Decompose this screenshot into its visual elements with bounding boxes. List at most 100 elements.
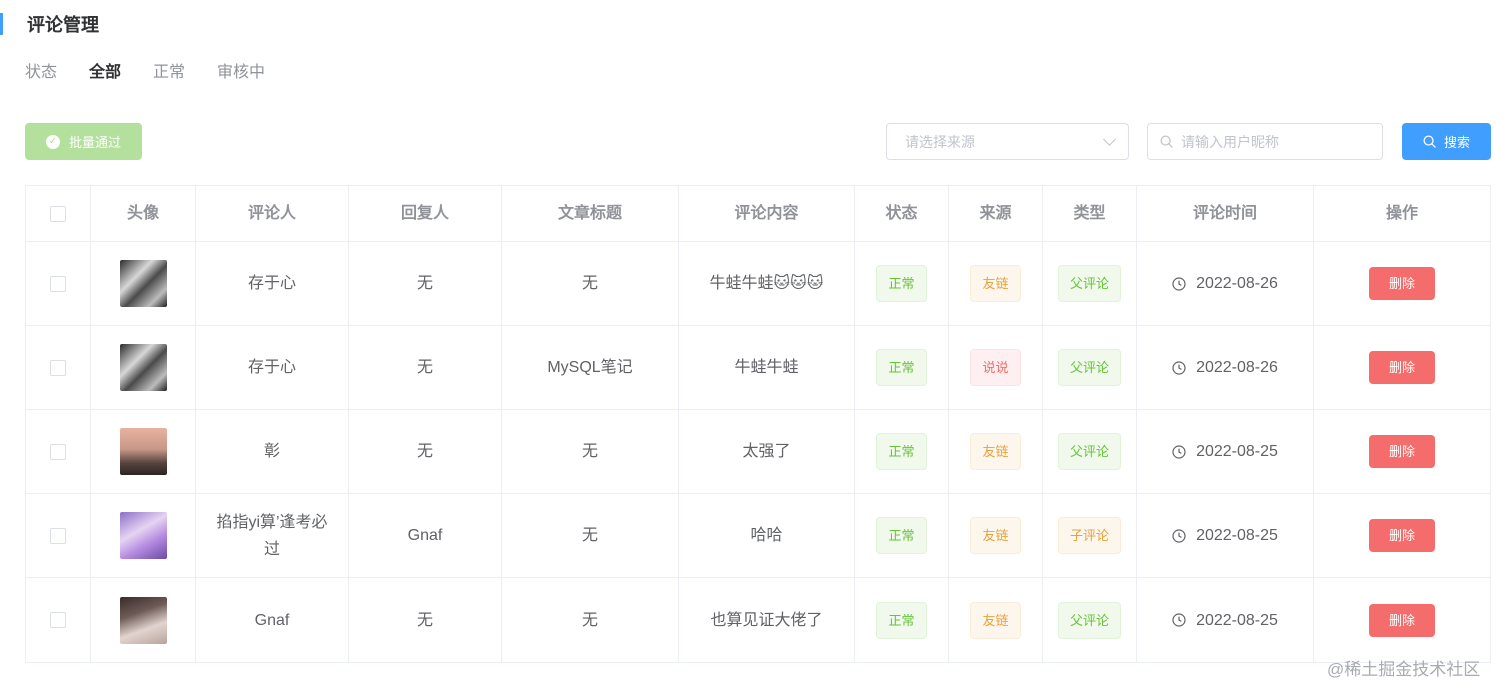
- article-title-cell: 无: [502, 494, 679, 577]
- source-select-placeholder: 请选择来源: [905, 133, 975, 150]
- avatar-cell: [91, 326, 196, 409]
- commenter-cell: 掐指yi算’逢考必过: [196, 494, 349, 577]
- commenter-cell: 存于心: [196, 242, 349, 325]
- status-cell: 正常: [855, 410, 949, 493]
- delete-button[interactable]: 删除: [1369, 351, 1435, 384]
- comment-time: 2022-08-26: [1172, 354, 1278, 381]
- chevron-down-icon: [1103, 133, 1116, 146]
- tab-all[interactable]: 全部: [89, 58, 121, 82]
- row-select-cell: [26, 326, 91, 409]
- table-header-row: 头像 评论人 回复人 文章标题 评论内容 状态 来源 类型 评论时间 操作: [26, 186, 1490, 242]
- header-actions: 操作: [1385, 205, 1418, 222]
- avatar-cell: [91, 242, 196, 325]
- status-filter-label: 状态: [25, 64, 58, 81]
- reply-to-cell: 无: [349, 242, 502, 325]
- article-title-cell: 无: [502, 242, 679, 325]
- actions-cell: 删除: [1314, 578, 1490, 662]
- header-reply-to: 回复人: [349, 186, 502, 241]
- type-badge: 父评论: [1057, 601, 1121, 639]
- nickname-search-input[interactable]: [1181, 133, 1371, 150]
- status-badge: 正常: [876, 433, 927, 470]
- clock-icon: [1172, 528, 1186, 543]
- status-badge: 正常: [876, 349, 927, 386]
- avatar: [119, 260, 167, 307]
- table-row: 掐指yi算’逢考必过 Gnaf 无 哈哈 正常 友链 子评论 2022-08-2…: [26, 494, 1490, 578]
- status-cell: 正常: [855, 242, 949, 325]
- source-badge: 说说: [970, 349, 1021, 386]
- header-status: 状态: [855, 186, 949, 241]
- time-cell: 2022-08-26: [1137, 242, 1314, 325]
- search-icon: [1423, 135, 1436, 148]
- avatar-cell: [91, 578, 196, 662]
- table-row: 存于心 无 无 牛蛙牛蛙🐱🐱🐱 正常 友链 父评论 2022-08-26 删除: [26, 242, 1490, 326]
- header-article-title: 文章标题: [502, 186, 679, 241]
- header-avatar: 头像: [91, 186, 196, 241]
- clock-icon: [1172, 613, 1186, 627]
- batch-approve-label: 批量通过: [68, 135, 121, 150]
- clock-icon: [1172, 360, 1186, 375]
- comments-table: 头像 评论人 回复人 文章标题 评论内容 状态 来源 类型 评论时间 操作 存于…: [25, 185, 1491, 663]
- source-cell: 友链: [949, 494, 1043, 577]
- row-checkbox[interactable]: [50, 359, 66, 376]
- content-cell: 牛蛙牛蛙: [679, 326, 855, 409]
- table-row: 存于心 无 MySQL笔记 牛蛙牛蛙 正常 说说 父评论 2022-08-26 …: [26, 326, 1490, 410]
- commenter-cell: 存于心: [196, 326, 349, 409]
- delete-button[interactable]: 删除: [1369, 603, 1435, 637]
- row-select-cell: [26, 494, 91, 577]
- source-badge: 友链: [970, 517, 1021, 554]
- title-accent-bar: [0, 13, 3, 35]
- source-cell: 说说: [949, 326, 1043, 409]
- delete-button[interactable]: 删除: [1369, 519, 1435, 552]
- row-checkbox[interactable]: [50, 612, 66, 628]
- type-badge: 父评论: [1057, 265, 1121, 302]
- source-cell: 友链: [949, 410, 1043, 493]
- row-select-cell: [26, 410, 91, 493]
- tab-reviewing[interactable]: 审核中: [217, 58, 265, 82]
- article-title-cell: 无: [502, 410, 679, 493]
- content-cell: 牛蛙牛蛙🐱🐱🐱: [679, 242, 855, 325]
- avatar: [119, 344, 167, 391]
- commenter-cell: 彰: [196, 410, 349, 493]
- time-text: 2022-08-26: [1196, 359, 1278, 376]
- type-badge: 子评论: [1057, 517, 1121, 554]
- tab-normal[interactable]: 正常: [153, 58, 185, 82]
- delete-button[interactable]: 删除: [1369, 435, 1435, 468]
- source-cell: 友链: [949, 578, 1043, 662]
- row-checkbox[interactable]: [50, 275, 66, 292]
- time-text: 2022-08-26: [1196, 275, 1278, 292]
- content-cell: 哈哈: [679, 494, 855, 577]
- source-select[interactable]: 请选择来源: [886, 123, 1129, 160]
- avatar: [119, 428, 167, 475]
- time-cell: 2022-08-25: [1137, 410, 1314, 493]
- header-time: 评论时间: [1137, 186, 1314, 241]
- status-cell: 正常: [855, 326, 949, 409]
- avatar-cell: [91, 410, 196, 493]
- status-badge: 正常: [876, 517, 927, 554]
- source-badge: 友链: [970, 433, 1021, 470]
- source-badge: 友链: [970, 265, 1021, 302]
- header-source: 来源: [949, 186, 1043, 241]
- time-text: 2022-08-25: [1196, 443, 1278, 460]
- delete-button[interactable]: 删除: [1369, 267, 1435, 300]
- comment-time: 2022-08-25: [1172, 522, 1278, 549]
- row-checkbox[interactable]: [50, 527, 66, 544]
- nickname-search-field[interactable]: [1147, 123, 1383, 160]
- status-cell: 正常: [855, 578, 949, 662]
- clock-icon: [1172, 276, 1186, 291]
- search-button[interactable]: 搜索: [1402, 123, 1491, 160]
- source-badge: 友链: [970, 601, 1021, 639]
- check-circle-icon: ✓: [45, 134, 60, 149]
- status-filter: 状态 全部 正常 审核中: [25, 58, 297, 82]
- type-cell: 父评论: [1043, 410, 1137, 493]
- batch-approve-button[interactable]: ✓ 批量通过: [25, 123, 142, 160]
- page-header: 评论管理: [0, 12, 99, 36]
- comment-time: 2022-08-25: [1172, 438, 1278, 465]
- avatar: [119, 596, 167, 644]
- actions-cell: 删除: [1314, 242, 1490, 325]
- row-checkbox[interactable]: [50, 443, 66, 460]
- row-select-cell: [26, 242, 91, 325]
- watermark: @稀土掘金技术社区: [1327, 660, 1481, 679]
- select-all-checkbox[interactable]: [50, 205, 66, 222]
- type-cell: 父评论: [1043, 242, 1137, 325]
- avatar-cell: [91, 494, 196, 577]
